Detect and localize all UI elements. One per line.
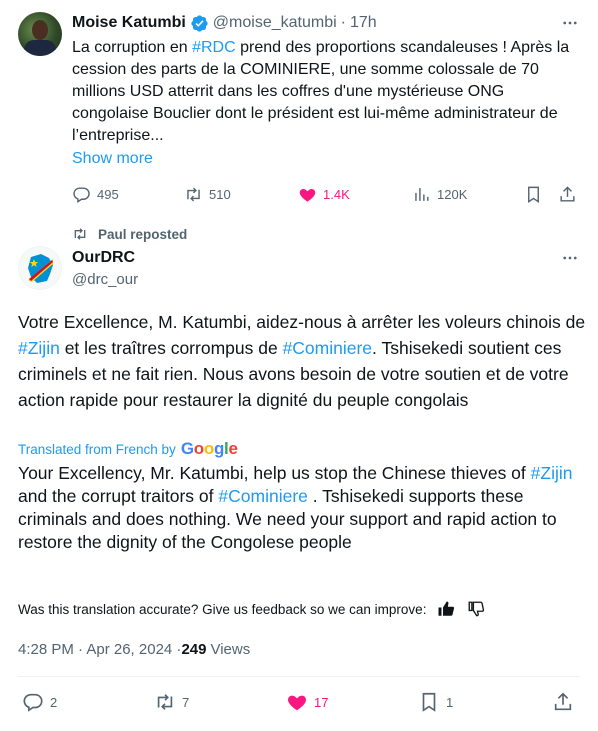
repost-count: 7: [182, 694, 190, 710]
reply-button[interactable]: 495: [72, 182, 119, 206]
repost-count: 510: [209, 186, 231, 202]
show-more-link[interactable]: Show more: [72, 148, 153, 170]
hashtag-cominiere[interactable]: #Cominiere: [283, 338, 372, 358]
reply-icon: [23, 693, 43, 712]
share-icon: [554, 692, 572, 711]
author-handle[interactable]: @moise_katumbi: [213, 14, 337, 32]
bookmark-button[interactable]: [524, 182, 543, 206]
like-button[interactable]: 17: [286, 690, 328, 714]
verified-badge-icon: [191, 14, 208, 32]
like-button[interactable]: 1.4K: [298, 182, 350, 206]
hashtag-zijin[interactable]: #Zijin: [531, 463, 573, 483]
repost-button[interactable]: 510: [184, 182, 231, 206]
views-label: Views: [210, 640, 251, 658]
repost-icon: [157, 694, 173, 710]
avatar-ourdrc[interactable]: [18, 246, 62, 290]
author-name[interactable]: Moise Katumbi: [72, 14, 186, 32]
heart-icon: [299, 188, 316, 202]
author-handle[interactable]: @drc_our: [72, 270, 138, 290]
bookmark-icon: [422, 692, 436, 712]
google-logo: Google: [180, 439, 238, 458]
reposted-by-label: Paul reposted: [98, 226, 188, 242]
reply-button[interactable]: 2: [22, 690, 57, 714]
tweet-text: La corruption en #RDC prend des proporti…: [72, 39, 570, 144]
tweet-text-original: Votre Excellence, M. Katumbi, aidez-nous…: [18, 312, 586, 410]
separator-dot: ·: [340, 14, 346, 31]
reposted-by[interactable]: Paul reposted: [72, 225, 187, 243]
author-name[interactable]: OurDRC: [72, 248, 135, 268]
tweet-header: Moise Katumbi @moise_katumbi · 17h: [72, 12, 377, 34]
views-button[interactable]: 120K: [412, 182, 467, 206]
tweet-time[interactable]: 17h: [350, 14, 377, 32]
tweet-actions: 2 7 17 1: [0, 690, 598, 716]
bookmark-icon: [528, 186, 539, 203]
tweet-moise-katumbi[interactable]: Moise Katumbi @moise_katumbi · 17h La co…: [0, 0, 598, 215]
feedback-question: Was this translation accurate? Give us f…: [18, 601, 427, 617]
translation-feedback: Was this translation accurate? Give us f…: [18, 599, 486, 619]
thumbs-down-icon[interactable]: [466, 599, 486, 619]
bookmark-count: 1: [446, 694, 454, 710]
translated-label: Translated from French by: [18, 441, 176, 457]
tweet-timestamp[interactable]: 4:28 PM · Apr 26, 2024 ·: [18, 641, 181, 658]
heart-icon: [288, 695, 306, 711]
reply-icon: [73, 186, 90, 203]
hashtag-zijin[interactable]: #Zijin: [18, 338, 60, 358]
reply-count: 2: [50, 694, 58, 710]
like-count: 1.4K: [323, 186, 350, 202]
views-count: 120K: [437, 186, 468, 202]
tweet-text-translation: Your Excellency, Mr. Katumbi, help us st…: [18, 463, 573, 552]
more-icon[interactable]: [560, 13, 580, 33]
share-button[interactable]: [552, 690, 574, 714]
repost-icon: [187, 187, 200, 201]
share-icon: [560, 185, 575, 202]
tweet-meta: 4:28 PM · Apr 26, 2024 · 249 Views: [18, 638, 250, 660]
reply-count: 495: [97, 186, 119, 202]
views-count: 249: [181, 640, 207, 658]
views-icon: [415, 187, 429, 201]
hashtag-rdc[interactable]: #RDC: [192, 39, 236, 56]
share-button[interactable]: [558, 182, 577, 206]
like-count: 17: [314, 694, 329, 710]
repost-button[interactable]: 7: [154, 690, 189, 714]
avatar-moise-katumbi[interactable]: [18, 12, 62, 56]
repost-icon: [74, 228, 86, 240]
bookmark-button[interactable]: 1: [418, 690, 453, 714]
hashtag-cominiere[interactable]: #Cominiere: [218, 486, 307, 506]
thumbs-up-icon[interactable]: [436, 599, 456, 619]
more-icon[interactable]: [560, 248, 580, 268]
tweet-actions: 495 510 1.4K 120K: [72, 182, 582, 206]
divider: [18, 676, 580, 677]
translated-by[interactable]: Translated from French by Google: [18, 438, 238, 460]
